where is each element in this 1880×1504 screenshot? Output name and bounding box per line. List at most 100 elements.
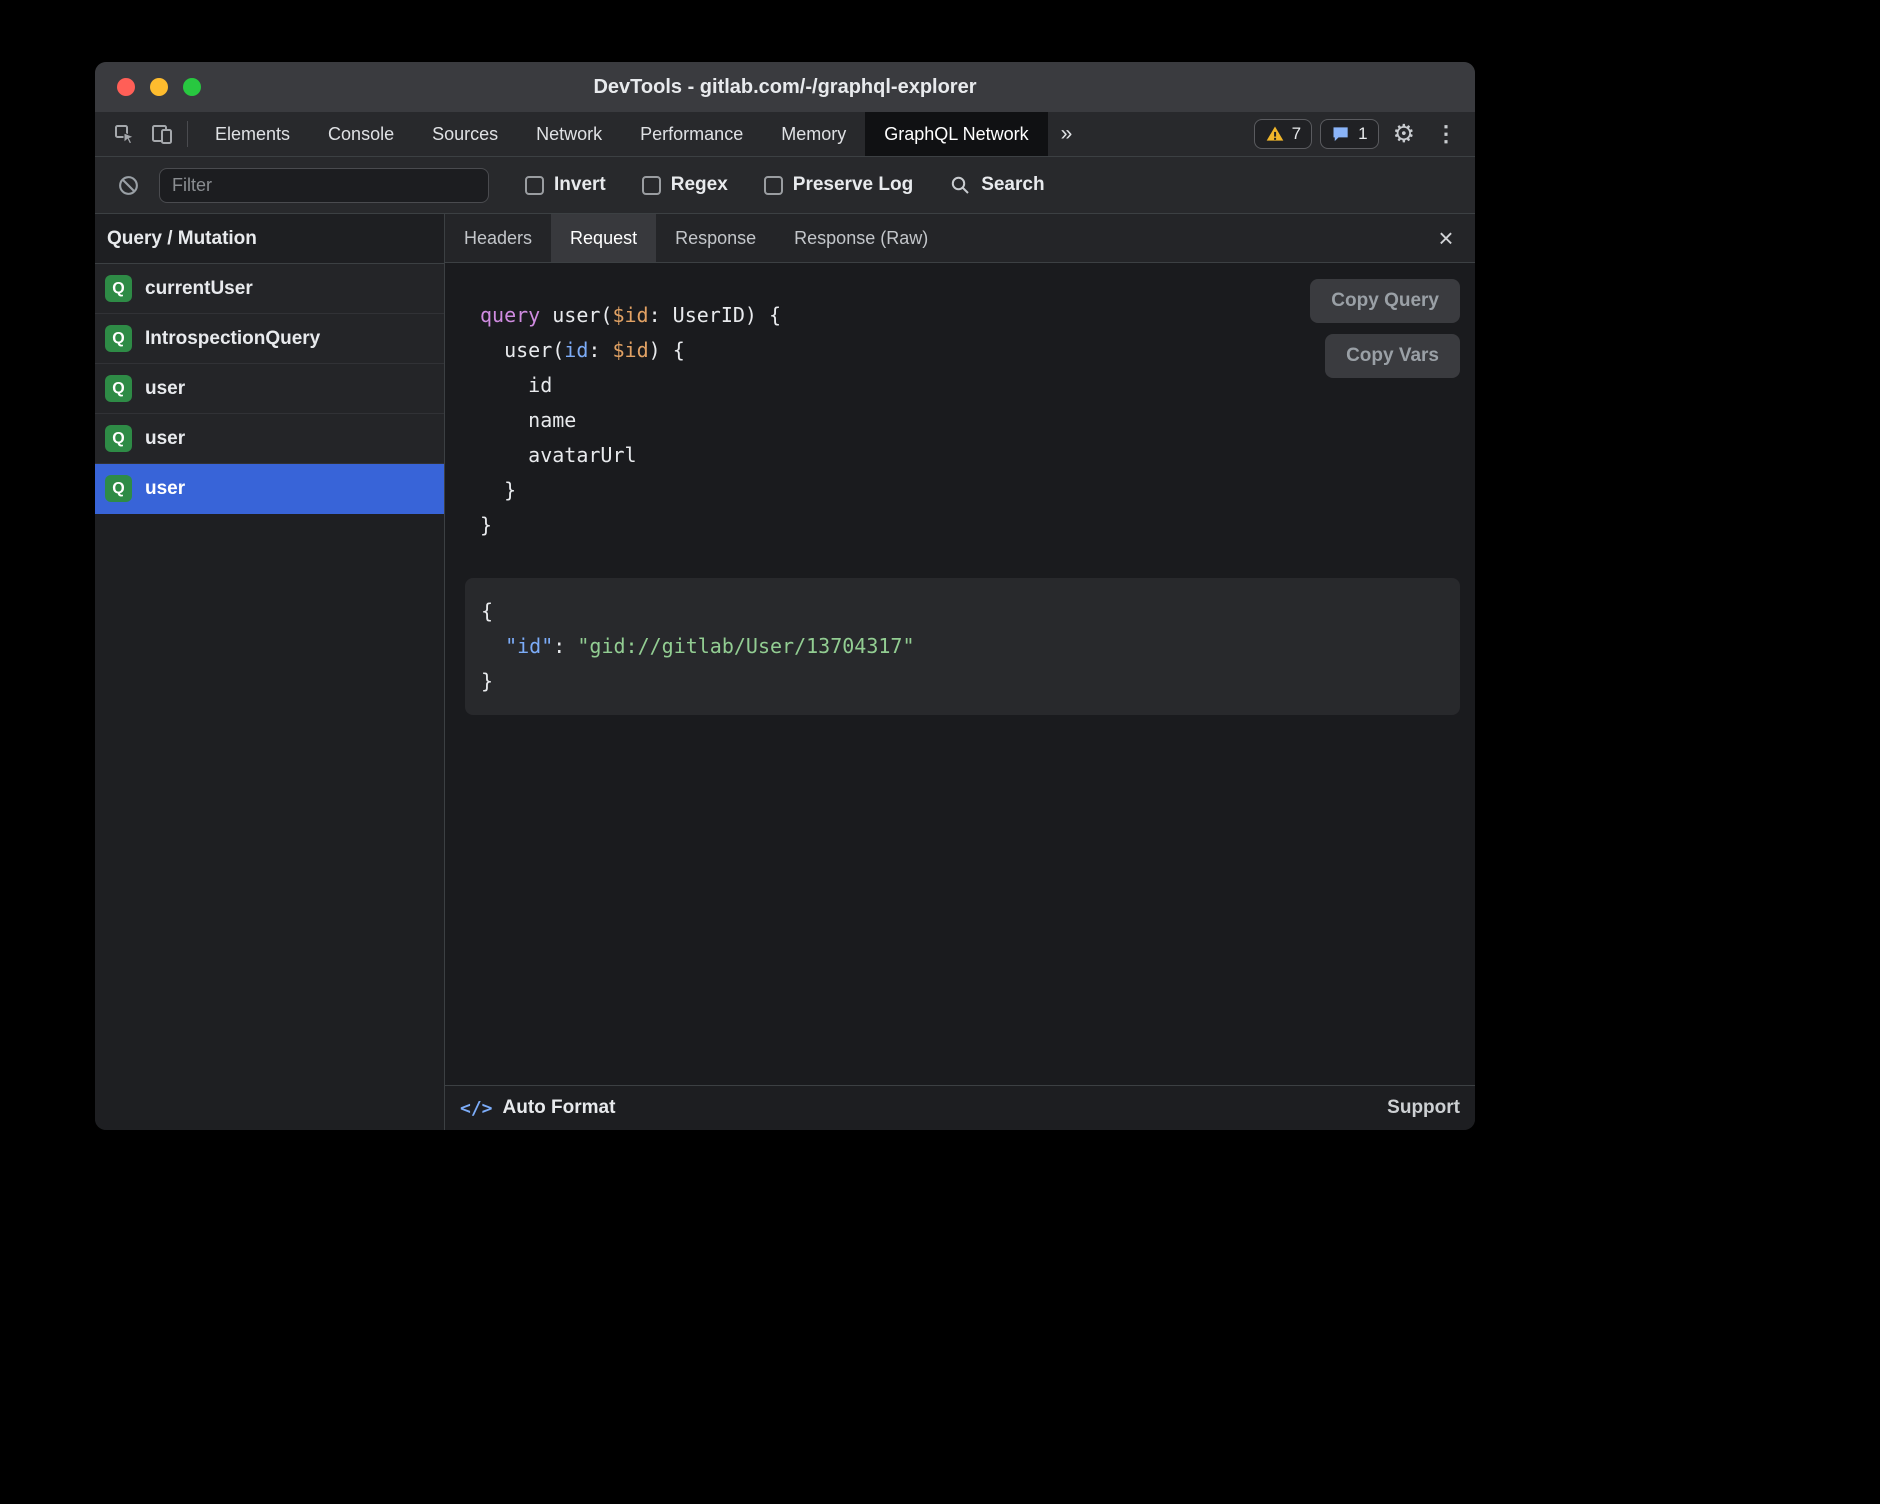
warnings-badge[interactable]: 7: [1254, 119, 1312, 149]
messages-count: 1: [1358, 124, 1367, 144]
main-split: Query / Mutation QcurrentUserQIntrospect…: [95, 214, 1475, 1130]
devtools-tabbar: ElementsConsoleSourcesNetworkPerformance…: [95, 112, 1475, 157]
detail-tab-response-raw[interactable]: Response (Raw): [775, 214, 947, 262]
checkbox-box-invert[interactable]: [525, 176, 544, 195]
query-list-item[interactable]: QcurrentUser: [95, 264, 444, 314]
toolbar-checkboxes: Invert Regex Preserve Log: [525, 174, 913, 196]
detail-tabbar: HeadersRequestResponseResponse (Raw) ×: [445, 214, 1475, 263]
variables-box: { "id": "gid://gitlab/User/13704317"}: [465, 578, 1460, 715]
code-token: name: [480, 408, 576, 432]
devtools-tab-console[interactable]: Console: [309, 112, 413, 156]
code-token: $id: [612, 303, 648, 327]
code-token: }: [480, 513, 492, 537]
detail-tab-request[interactable]: Request: [551, 214, 656, 262]
code-line: {: [481, 594, 1444, 629]
code-line: }: [480, 473, 1475, 508]
detail-panel: HeadersRequestResponseResponse (Raw) × C…: [445, 214, 1475, 1130]
copy-buttons: Copy Query Copy Vars: [1310, 279, 1460, 378]
code-token: "id": [505, 634, 553, 658]
checkbox-regex[interactable]: Regex: [642, 174, 728, 196]
checkbox-box-regex[interactable]: [642, 176, 661, 195]
query-list-item[interactable]: Q IntrospectionQuery: [95, 314, 444, 364]
warnings-count: 7: [1292, 124, 1301, 144]
query-list-item-label: user: [145, 428, 185, 450]
query-type-badge: Q: [105, 325, 132, 352]
devtools-tab-sources[interactable]: Sources: [413, 112, 517, 156]
settings-gear-icon[interactable]: ⚙: [1387, 119, 1421, 149]
query-type-badge: Q: [105, 275, 132, 302]
search-icon: [949, 174, 971, 196]
query-list-item-label: currentUser: [145, 278, 253, 300]
devtools-status-cluster: 7 1 ⚙ ⋮: [1254, 112, 1475, 156]
inspect-element-icon[interactable]: [107, 118, 141, 150]
filter-input[interactable]: [159, 168, 489, 203]
clear-block-icon[interactable]: [111, 169, 145, 201]
window-title: DevTools - gitlab.com/-/graphql-explorer: [593, 76, 976, 99]
code-line: name: [480, 403, 1475, 438]
variables-code: { "id": "gid://gitlab/User/13704317"}: [481, 594, 1444, 699]
devtools-tab-memory[interactable]: Memory: [762, 112, 865, 156]
code-token: $id: [612, 338, 648, 362]
traffic-lights: [117, 62, 201, 112]
kebab-menu-icon[interactable]: ⋮: [1429, 121, 1463, 147]
code-line: avatarUrl: [480, 438, 1475, 473]
search-label: Search: [981, 174, 1044, 196]
code-token: :: [553, 634, 577, 658]
filter-toolbar: Invert Regex Preserve Log Search: [95, 157, 1475, 214]
copy-vars-button[interactable]: Copy Vars: [1325, 334, 1460, 378]
query-list-item[interactable]: Quser: [95, 414, 444, 464]
device-toolbar-icon[interactable]: [145, 118, 179, 150]
checkbox-label-preserve-log: Preserve Log: [793, 174, 913, 196]
code-token: id: [480, 373, 552, 397]
checkbox-preserve-log[interactable]: Preserve Log: [764, 174, 913, 196]
code-token: : UserID) {: [649, 303, 781, 327]
code-line: }: [481, 664, 1444, 699]
close-window-button[interactable]: [117, 78, 135, 96]
toolbar-separator: [187, 121, 188, 147]
code-token: avatarUrl: [480, 443, 637, 467]
code-token: {: [481, 599, 493, 623]
code-token: [481, 634, 505, 658]
code-token: user(: [480, 338, 564, 362]
code-token: ) {: [649, 338, 685, 362]
close-detail-icon[interactable]: ×: [1431, 223, 1461, 253]
devtools-toolbar-icons: [95, 112, 179, 156]
minimize-window-button[interactable]: [150, 78, 168, 96]
detail-tabs: HeadersRequestResponseResponse (Raw): [445, 214, 947, 262]
checkbox-invert[interactable]: Invert: [525, 174, 606, 196]
support-link[interactable]: Support: [1387, 1097, 1460, 1119]
code-token: }: [481, 669, 493, 693]
devtools-tab-graphql-network[interactable]: GraphQL Network: [865, 112, 1047, 156]
messages-badge[interactable]: 1: [1320, 119, 1378, 149]
copy-query-button[interactable]: Copy Query: [1310, 279, 1460, 323]
search-group[interactable]: Search: [949, 174, 1044, 196]
auto-format-button[interactable]: Auto Format: [503, 1097, 616, 1119]
query-list-item[interactable]: Quser: [95, 464, 444, 514]
code-line: }: [480, 508, 1475, 543]
checkbox-box-preserve-log[interactable]: [764, 176, 783, 195]
query-list-item[interactable]: Quser: [95, 364, 444, 414]
checkbox-label-invert: Invert: [554, 174, 606, 196]
code-brackets-icon: </>: [460, 1098, 493, 1119]
request-pane: Copy Query Copy Vars query user($id: Use…: [445, 263, 1475, 1085]
query-list: QcurrentUserQIntrospectionQueryQuserQuse…: [95, 264, 444, 514]
checkbox-label-regex: Regex: [671, 174, 728, 196]
query-list-item-label: IntrospectionQuery: [145, 328, 320, 350]
query-type-badge: Q: [105, 375, 132, 402]
code-line: "id": "gid://gitlab/User/13704317": [481, 629, 1444, 664]
code-token: "gid://gitlab/User/13704317": [577, 634, 914, 658]
more-tabs-chevron-icon[interactable]: »: [1048, 112, 1086, 156]
query-list-item-label: user: [145, 378, 185, 400]
code-token: id: [564, 338, 588, 362]
detail-tab-response[interactable]: Response: [656, 214, 775, 262]
devtools-tab-elements[interactable]: Elements: [196, 112, 309, 156]
detail-tab-headers[interactable]: Headers: [445, 214, 551, 262]
query-type-badge: Q: [105, 425, 132, 452]
devtools-tab-performance[interactable]: Performance: [621, 112, 762, 156]
devtools-tab-network[interactable]: Network: [517, 112, 621, 156]
code-token: user(: [540, 303, 612, 327]
code-token: }: [480, 478, 516, 502]
zoom-window-button[interactable]: [183, 78, 201, 96]
detail-footer: </> Auto Format Support: [445, 1085, 1475, 1130]
message-bubble-icon: [1331, 124, 1351, 144]
